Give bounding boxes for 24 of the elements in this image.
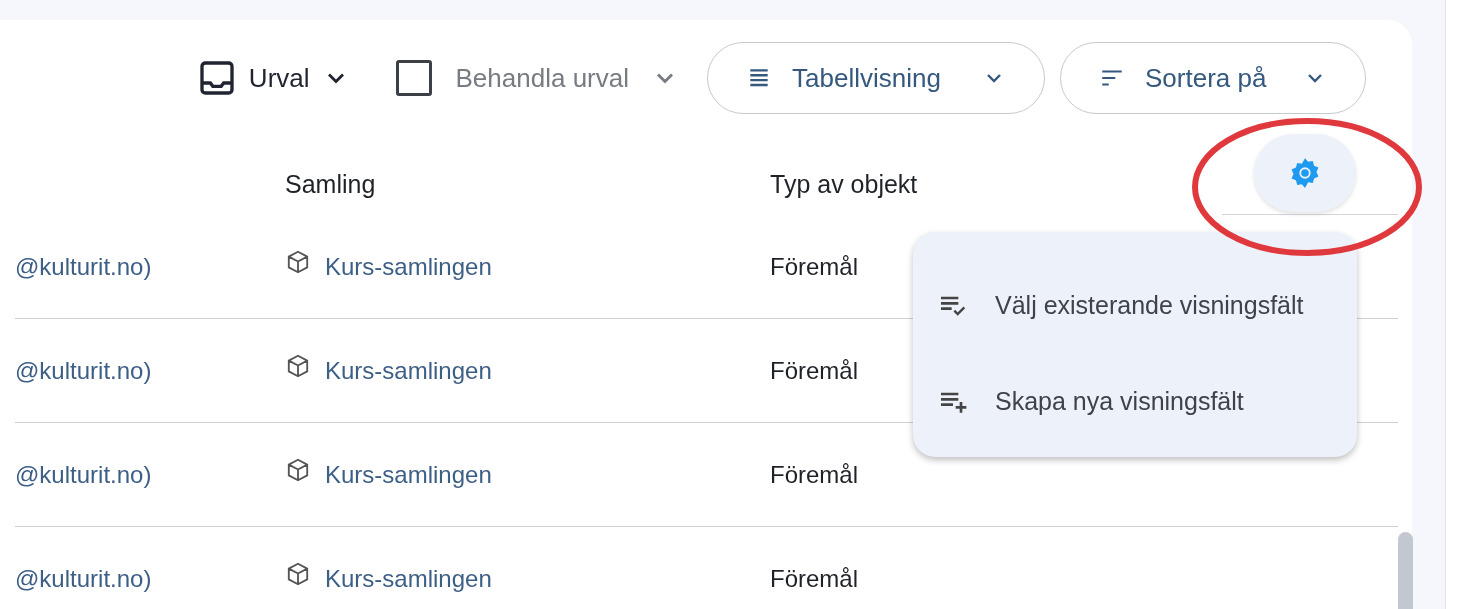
- cube-icon: [285, 248, 311, 275]
- scrollbar-thumb[interactable]: [1398, 532, 1413, 609]
- cube-icon: [285, 456, 311, 483]
- collection-link[interactable]: Kurs-samlingen: [325, 248, 492, 285]
- table-cell-text: Föremål: [770, 251, 859, 282]
- column-header[interactable]: Typ av objekt: [770, 165, 1222, 215]
- column-header[interactable]: Samling: [285, 165, 770, 215]
- selection-dropdown[interactable]: Urval: [196, 58, 350, 98]
- bulk-action-dropdown: Behandla urval: [455, 58, 679, 98]
- collection-link[interactable]: Kurs-samlingen: [325, 561, 492, 597]
- cube-icon: [285, 561, 311, 587]
- cube-icon: [285, 352, 311, 379]
- table-cell-text: @kulturit.no): [15, 459, 153, 490]
- table-cell-text: Föremål: [770, 355, 859, 386]
- menu-item[interactable]: Skapa nya visningsfält: [913, 354, 1357, 450]
- table-cell-text: Föremål: [770, 459, 859, 490]
- collection-link[interactable]: Kurs-samlingen: [325, 456, 492, 493]
- table-cell-text: @kulturit.no): [15, 564, 153, 594]
- collection-link[interactable]: Kurs-samlingen: [325, 352, 492, 389]
- table-cell-text: Föremål: [770, 564, 859, 594]
- settings-button[interactable]: [1254, 134, 1356, 212]
- table-cell-text: @kulturit.no): [15, 251, 153, 282]
- menu-item[interactable]: Välj existerande visningsfält: [913, 258, 1357, 354]
- table-cell-text: @kulturit.no): [15, 355, 153, 386]
